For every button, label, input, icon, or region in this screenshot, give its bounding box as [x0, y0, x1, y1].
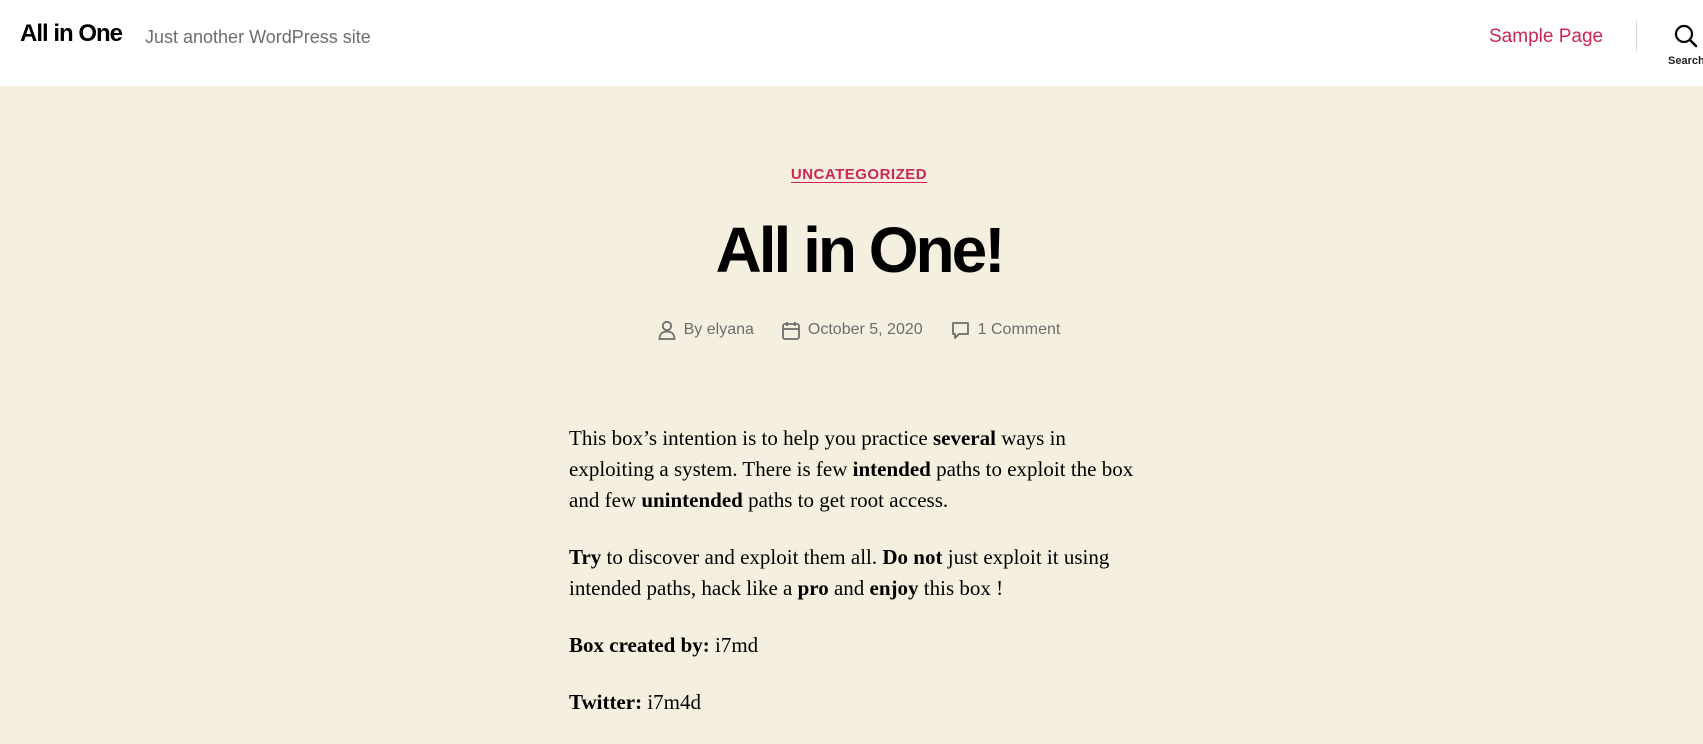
paragraph-intention: This box’s intention is to help you prac…	[569, 426, 1134, 512]
post-date: October 5, 2020	[782, 320, 923, 340]
site-title-link[interactable]: All in One	[20, 20, 123, 48]
site-header: All in One Just another WordPress site S…	[0, 0, 1703, 86]
nav-item-sample-page[interactable]: Sample Page	[1489, 26, 1603, 48]
paragraph-twitter: Twitter: i7m4d	[569, 690, 701, 714]
author-link[interactable]: elyana	[707, 321, 754, 338]
post-category: UNCATEGORIZED	[0, 166, 1703, 184]
paragraph-created-by: Box created by: i7md	[569, 633, 759, 657]
nav-divider	[1636, 21, 1637, 51]
site-description: Just another WordPress site	[145, 27, 371, 47]
date-link[interactable]: October 5, 2020	[808, 321, 923, 339]
search-label: Search	[1668, 55, 1703, 67]
post-title: All in One!	[715, 214, 1006, 286]
post-comments: 1 Comment	[951, 320, 1061, 340]
paragraph-instructions: Try to discover and exploit them all. Do…	[569, 545, 1110, 600]
search-toggle-button[interactable]: Search	[1660, 20, 1703, 76]
post-author: By elyana	[658, 320, 754, 340]
search-icon	[1674, 24, 1698, 48]
post-meta: By elyana October 5, 2020 1 Comment	[0, 320, 1703, 340]
category-link[interactable]: UNCATEGORIZED	[791, 166, 927, 183]
comments-link[interactable]: 1 Comment	[978, 321, 1061, 339]
comment-icon	[951, 321, 969, 339]
calendar-icon	[782, 321, 800, 340]
user-icon	[658, 320, 676, 340]
post-content: This box’s intention is to help you prac…	[569, 423, 1149, 744]
author-prefix: By	[683, 321, 707, 338]
